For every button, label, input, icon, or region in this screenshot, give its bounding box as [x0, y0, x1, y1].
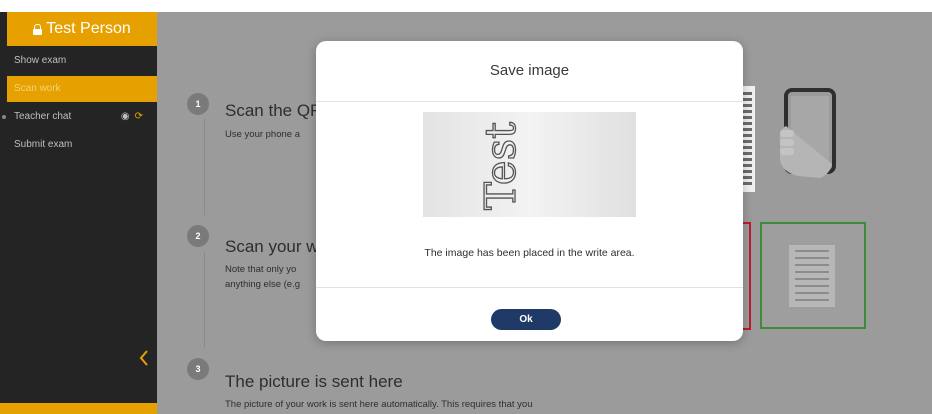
- step-1-title: Scan the QR: [225, 101, 323, 120]
- step-number-1: 1: [187, 93, 209, 115]
- sidebar-bottom-bar: [0, 403, 157, 414]
- sidebar: Test Person Show exam Scan work Teacher …: [0, 0, 157, 414]
- handwriting-image: Test: [475, 121, 525, 210]
- qr-code-pattern: [742, 92, 752, 186]
- user-header: Test Person: [7, 12, 157, 46]
- nav-item-label: Show exam: [14, 55, 67, 66]
- nav-item-label: Teacher chat: [14, 111, 72, 122]
- dialog-title: Save image: [489, 62, 570, 79]
- chevron-left-icon[interactable]: [139, 350, 149, 366]
- nav-item-label: Submit exam: [14, 139, 73, 150]
- step-2-title: Scan your w: [225, 237, 319, 256]
- handwritten-text: Test: [476, 122, 525, 210]
- ok-button[interactable]: Ok: [491, 309, 561, 330]
- save-image-dialog: Save image Test The image has been place…: [316, 41, 743, 341]
- chat-status-icons: ◉ ⟳: [121, 104, 143, 130]
- main-top-strip: [157, 0, 932, 12]
- phone-icon: [779, 88, 836, 178]
- step-2-text-line-2: anything else (e.g: [225, 279, 300, 290]
- nav-item-label: Scan work: [14, 83, 61, 94]
- dialog-divider: [316, 101, 743, 102]
- document-icon: [789, 245, 835, 307]
- step-3-text: The picture of your work is sent here au…: [225, 399, 533, 410]
- sidebar-top-strip: [0, 0, 157, 12]
- correct-example-frame: [760, 222, 866, 329]
- dialog-divider: [316, 287, 743, 288]
- bullet-icon: [2, 115, 6, 119]
- lock-icon: [33, 24, 43, 35]
- step-number-2: 2: [187, 225, 209, 247]
- step-3-title: The picture is sent here: [225, 372, 403, 391]
- nav-item-show-exam[interactable]: Show exam: [7, 48, 157, 74]
- nav-item-scan-work[interactable]: Scan work: [7, 76, 157, 102]
- dialog-message: The image has been placed in the write a…: [424, 247, 635, 259]
- scanned-image-preview: Test: [423, 112, 636, 217]
- step-1-text: Use your phone a: [225, 129, 300, 140]
- step-connector: [204, 252, 205, 348]
- user-name: Test Person: [46, 20, 131, 37]
- nav-item-submit-exam[interactable]: Submit exam: [7, 132, 157, 158]
- target-icon: ◉: [120, 111, 130, 122]
- step-2-text-line-1: Note that only yo: [225, 264, 297, 275]
- refresh-icon[interactable]: ⟳: [135, 111, 143, 122]
- step-connector: [204, 119, 205, 215]
- step-number-3: 3: [187, 358, 209, 380]
- nav-item-teacher-chat[interactable]: Teacher chat ◉ ⟳: [2, 104, 157, 130]
